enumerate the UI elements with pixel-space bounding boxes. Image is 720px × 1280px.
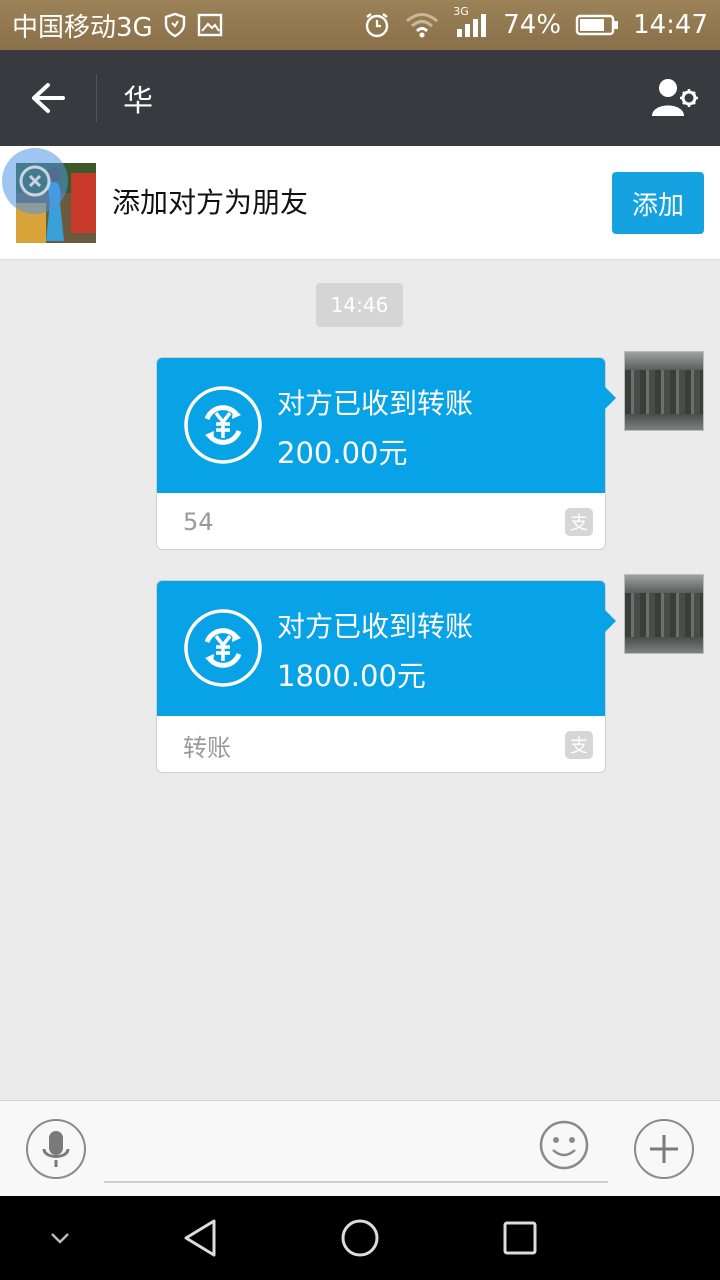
security-shield-icon (163, 12, 187, 38)
transfer-card[interactable]: 对方已收到转账 200.00元 54 支 (156, 357, 606, 550)
image-icon (197, 13, 223, 37)
message-text-input[interactable] (104, 1121, 608, 1183)
transfer-note: 54 (183, 508, 214, 536)
transfer-message[interactable]: 对方已收到转账 1800.00元 转账 支 (156, 580, 616, 774)
transfer-card-footer: 转账 支 (157, 716, 605, 772)
page-title: 华 (123, 84, 153, 119)
transfer-card[interactable]: 对方已收到转账 1800.00元 转账 支 (156, 580, 606, 773)
clock-time: 14:47 (633, 10, 708, 40)
transfer-status: 对方已收到转账 (277, 387, 474, 420)
transfer-message[interactable]: 对方已收到转账 200.00元 54 支 (156, 357, 616, 551)
floating-assist-icon[interactable] (2, 148, 68, 214)
alipay-icon: 支 (565, 508, 593, 536)
bubble-tail (605, 387, 616, 409)
header-divider (96, 74, 97, 122)
user-settings-icon (652, 79, 698, 116)
triangle-back-icon (184, 1219, 216, 1257)
microphone-icon (42, 1131, 70, 1167)
yuan-refresh-icon (184, 609, 262, 687)
alarm-clock-icon (363, 11, 391, 39)
circle-home-icon (341, 1219, 379, 1257)
transfer-status: 对方已收到转账 (277, 610, 474, 643)
yuan-refresh-icon (184, 386, 262, 464)
voice-input-button[interactable] (26, 1119, 86, 1179)
carrier-label: 中国移动3G (12, 12, 153, 43)
emoji-button[interactable] (538, 1119, 590, 1171)
nav-home-button[interactable] (330, 1196, 390, 1280)
nav-back-button[interactable] (170, 1196, 230, 1280)
transfer-card-header: 对方已收到转账 200.00元 (157, 358, 605, 493)
transfer-card-header: 对方已收到转账 1800.00元 (157, 581, 605, 716)
signal-icon: 3G (453, 5, 489, 39)
add-friend-button[interactable]: 添加 (612, 172, 704, 234)
nav-hide-button[interactable] (30, 1196, 90, 1280)
transfer-amount: 1800.00元 (277, 659, 426, 693)
sender-avatar[interactable] (624, 351, 704, 431)
system-nav-bar (0, 1196, 720, 1280)
sender-avatar[interactable] (624, 574, 704, 654)
transfer-note: 转账 (183, 733, 231, 762)
status-bar: 中国移动3G 3G 74% 14:47 (0, 0, 720, 50)
more-options-button[interactable] (634, 1119, 694, 1179)
chevron-down-icon (51, 1233, 69, 1244)
network-type-label: 3G (453, 5, 469, 18)
nav-recents-button[interactable] (490, 1196, 550, 1280)
plus-icon (650, 1135, 678, 1163)
message-input-bar (0, 1100, 720, 1196)
bubble-tail (605, 610, 616, 632)
add-friend-text: 添加对方为朋友 (112, 186, 309, 219)
add-friend-banner: 添加对方为朋友 添加 (0, 146, 720, 260)
battery-percent: 74% (503, 10, 562, 40)
arrow-left-icon (32, 83, 65, 113)
message-timestamp: 14:46 (316, 283, 403, 327)
wifi-icon (405, 12, 439, 38)
battery-icon (575, 13, 619, 37)
chat-info-button[interactable] (630, 50, 720, 146)
chat-header: 华 (0, 50, 720, 146)
transfer-amount: 200.00元 (277, 436, 408, 470)
transfer-card-footer: 54 支 (157, 493, 605, 549)
square-recents-icon (503, 1221, 537, 1255)
alipay-icon: 支 (565, 731, 593, 759)
smiley-icon (539, 1120, 589, 1170)
back-button[interactable] (0, 50, 96, 146)
